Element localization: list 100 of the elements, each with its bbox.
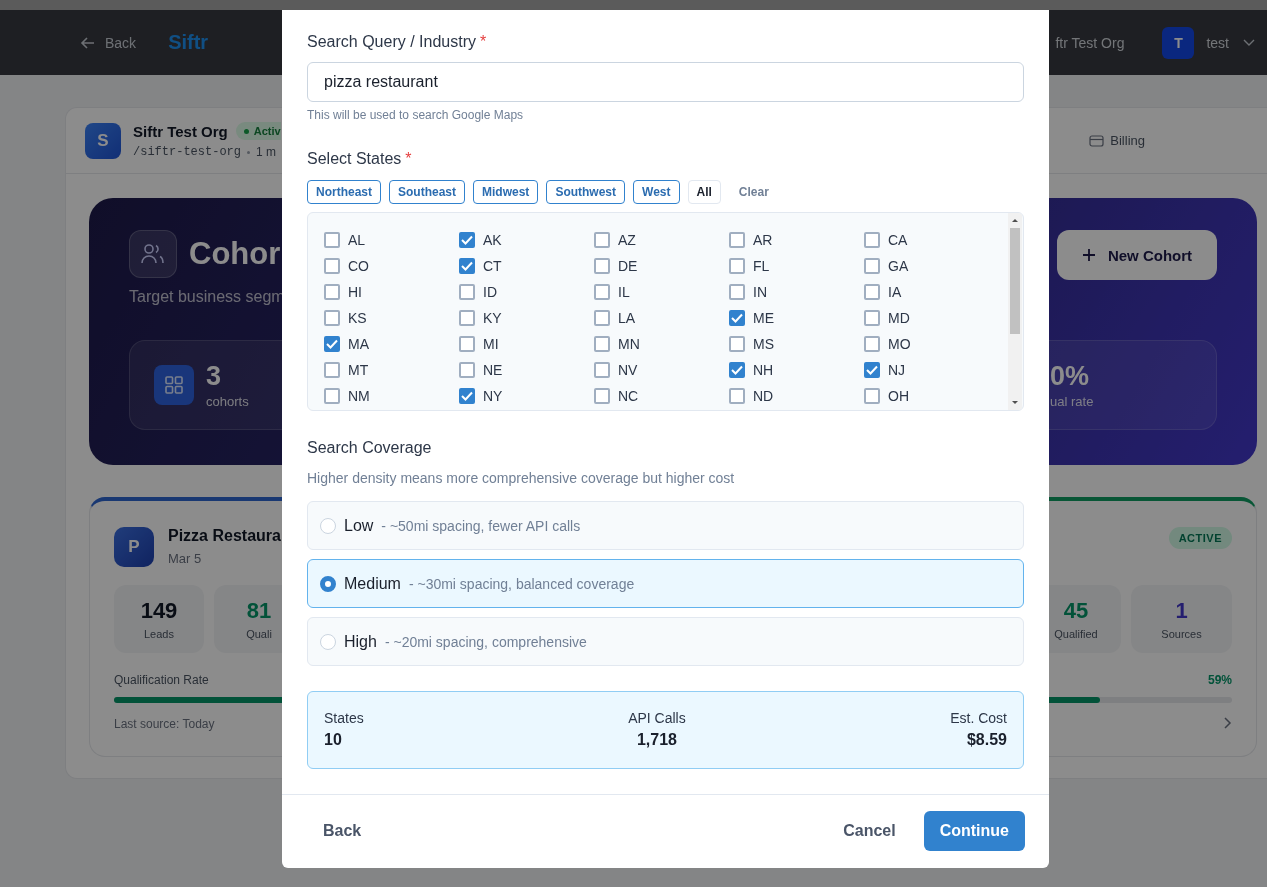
checkbox[interactable]	[594, 362, 610, 378]
checkbox[interactable]	[729, 336, 745, 352]
state-label: FL	[753, 258, 770, 274]
coverage-option[interactable]: Low - ~50mi spacing, fewer API calls	[307, 501, 1024, 550]
field-hint: This will be used to search Google Maps	[307, 107, 525, 123]
required-mark: *	[479, 33, 487, 50]
state-label: MN	[618, 336, 640, 352]
checkbox[interactable]	[594, 388, 610, 404]
checkbox[interactable]	[594, 336, 610, 352]
state-label: AK	[483, 232, 502, 248]
region-chip[interactable]: Southeast	[389, 180, 466, 204]
checkbox[interactable]	[864, 388, 880, 404]
summary-value: $8.59	[966, 730, 1007, 750]
summary-value: 1,718	[636, 730, 677, 750]
org-name: Siftr Test Org	[133, 122, 228, 140]
state-label: NE	[483, 362, 503, 378]
state-label: HI	[348, 284, 362, 300]
checkbox[interactable]	[459, 362, 475, 378]
checkbox[interactable]	[459, 258, 475, 274]
stat-value: 1	[1175, 598, 1188, 624]
checkbox[interactable]	[594, 284, 610, 300]
cohort-title: Pizza Restaura	[168, 527, 281, 545]
org-name[interactable]: ftr Test Org	[1055, 34, 1125, 51]
billing-tab[interactable]: Billing	[1089, 133, 1145, 148]
stat-label: Qualified	[1054, 628, 1098, 640]
radio-button[interactable]	[320, 575, 336, 592]
state-label: NM	[348, 388, 370, 404]
checkbox[interactable]	[594, 232, 610, 248]
checkbox[interactable]	[324, 336, 340, 352]
checkbox[interactable]	[729, 388, 745, 404]
state-label: GA	[888, 258, 909, 274]
checkbox[interactable]	[459, 310, 475, 326]
select-all-button[interactable]: All	[687, 180, 721, 204]
checkbox[interactable]	[324, 362, 340, 378]
checkbox[interactable]	[459, 336, 475, 352]
checkbox[interactable]	[864, 336, 880, 352]
checkbox[interactable]	[459, 388, 475, 404]
search-field[interactable]: pizza restaurant	[307, 62, 1024, 102]
checkbox[interactable]	[594, 258, 610, 274]
checkbox[interactable]	[729, 362, 745, 378]
state-label: ND	[753, 388, 774, 404]
checkbox[interactable]	[864, 310, 880, 326]
option-label: High	[344, 632, 377, 651]
user-name[interactable]: test	[1206, 34, 1229, 51]
chevron-right-icon[interactable]	[1224, 717, 1232, 729]
section-title: Search Coverage	[307, 438, 433, 458]
checkbox[interactable]	[729, 258, 745, 274]
state-label: NH	[753, 362, 774, 378]
user-avatar[interactable]: T	[1162, 26, 1195, 59]
checkbox[interactable]	[324, 232, 340, 248]
new-cohort-button[interactable]: New Cohort	[1057, 230, 1217, 280]
chevron-down-icon[interactable]	[1243, 38, 1255, 47]
checkbox[interactable]	[864, 258, 880, 274]
state-label: AZ	[618, 232, 636, 248]
state-label: MT	[348, 362, 369, 378]
scrollbar[interactable]	[1008, 213, 1022, 410]
cohort-avatar: P	[114, 527, 154, 567]
checkbox[interactable]	[729, 284, 745, 300]
users-drawing	[140, 243, 166, 265]
coverage-option[interactable]: Medium - ~30mi spacing, balanced coverage	[307, 559, 1024, 608]
credit-card-icon	[1089, 134, 1105, 147]
region-chip[interactable]: Northeast	[307, 180, 381, 204]
checkbox[interactable]	[729, 310, 745, 326]
region-chip[interactable]: Southwest	[546, 180, 626, 204]
state-label: OH	[888, 388, 909, 404]
stat-label: Quali	[246, 628, 272, 640]
region-chip[interactable]: West	[633, 180, 680, 204]
checkbox[interactable]	[459, 284, 475, 300]
stat-label: Sources	[1161, 628, 1202, 640]
back-button[interactable]: Back	[307, 811, 378, 851]
checkbox[interactable]	[324, 310, 340, 326]
cancel-button[interactable]: Cancel	[827, 811, 912, 851]
checkbox[interactable]	[324, 284, 340, 300]
state-label: KY	[483, 310, 502, 326]
checkbox[interactable]	[324, 258, 340, 274]
back-link[interactable]: Back	[80, 34, 137, 51]
stat-value: 0%	[1050, 361, 1091, 392]
stat-label: ual rate	[1050, 394, 1094, 409]
cohort-date: Mar 5	[168, 551, 203, 566]
plus-icon	[1081, 248, 1096, 262]
checkbox[interactable]	[729, 232, 745, 248]
continue-button[interactable]: Continue	[923, 811, 1025, 851]
state-label: MS	[753, 336, 774, 352]
region-chip[interactable]: Midwest	[473, 180, 539, 204]
state-label: CO	[348, 258, 369, 274]
state-label: DE	[618, 258, 638, 274]
checkbox[interactable]	[324, 388, 340, 404]
status-badge: ACTIVE	[1168, 527, 1232, 549]
coverage-option[interactable]: High - ~20mi spacing, comprehensive	[307, 617, 1024, 666]
option-label: Medium	[344, 574, 401, 593]
checkbox[interactable]	[864, 362, 880, 378]
state-label: IA	[888, 284, 902, 300]
state-label: AR	[753, 232, 773, 248]
state-label: MI	[483, 336, 499, 352]
checkbox[interactable]	[594, 310, 610, 326]
checkbox[interactable]	[459, 232, 475, 248]
checkbox[interactable]	[864, 284, 880, 300]
field-label: Search Query / Industry	[307, 33, 476, 50]
state-label: NJ	[888, 362, 906, 378]
checkbox[interactable]	[864, 232, 880, 248]
